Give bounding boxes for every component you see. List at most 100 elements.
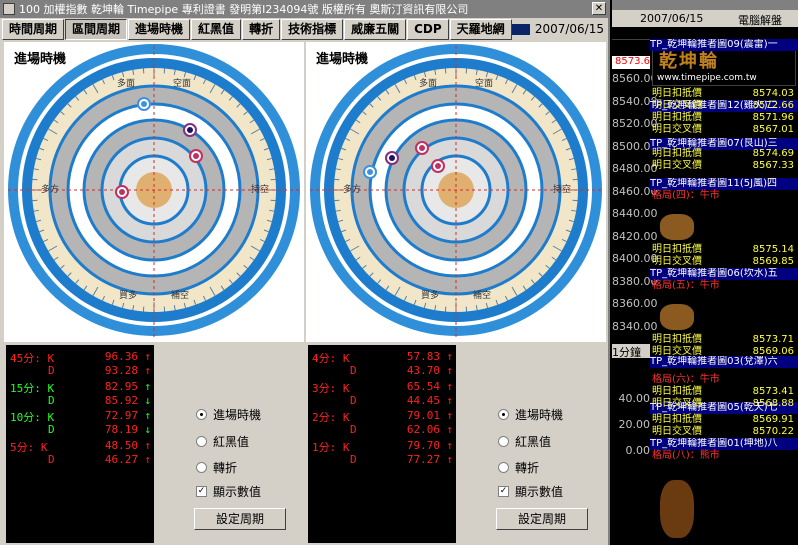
radio-icon[interactable] bbox=[196, 462, 207, 473]
dial-label: 買多 bbox=[421, 289, 439, 301]
signal-value: 8573.41 bbox=[752, 386, 794, 397]
kd-row: 4分: K 57.83 ↑ bbox=[308, 350, 456, 365]
trend-arrow-icon: ↑ bbox=[446, 453, 453, 466]
kd-panel-right: 4分: K 57.83 ↑ D 43.70 ↑ 3分: K 65.54 ↑ D 44.45 ↑ 2分: … bbox=[308, 345, 456, 543]
tab-3[interactable]: 進場時機 bbox=[128, 19, 191, 40]
signal-row: 格局(八)：熊市 bbox=[650, 450, 798, 462]
tab-4[interactable]: 紅黑值 bbox=[191, 19, 242, 40]
kd-label: D bbox=[350, 453, 357, 466]
trend-arrow-icon: ↑ bbox=[446, 364, 453, 377]
signal-value: 8569.91 bbox=[752, 414, 794, 425]
signal-value: 8569.85 bbox=[752, 256, 794, 267]
signal-header[interactable]: TP_乾坤輪推者圖01(坤地)八 bbox=[650, 438, 798, 450]
kd-value: 77.27 bbox=[406, 453, 440, 466]
radio-icon[interactable] bbox=[498, 436, 509, 447]
tab-1[interactable]: 時間周期 bbox=[2, 19, 65, 40]
signal-value: 8575.14 bbox=[752, 244, 794, 255]
dial-label: 空面 bbox=[475, 77, 493, 89]
signal-label: 格局(五)：牛市 bbox=[652, 280, 720, 291]
radio-entry[interactable]: 進場時機 bbox=[196, 406, 261, 423]
checkbox-icon[interactable]: ✓ bbox=[196, 486, 207, 497]
radio-entry-2[interactable]: 進場時機 bbox=[498, 406, 563, 423]
dial-label: 多面 bbox=[117, 77, 135, 89]
radio-icon[interactable] bbox=[498, 462, 509, 473]
checkbox-show-values[interactable]: ✓ 顯示數值 bbox=[196, 483, 261, 500]
trend-arrow-icon: ↑ bbox=[144, 409, 151, 422]
radio-icon[interactable] bbox=[498, 409, 509, 420]
kd-value: 57.83 bbox=[406, 350, 440, 363]
menu-analysis[interactable]: 電腦解盤 bbox=[738, 12, 782, 28]
kd-label: D bbox=[48, 364, 55, 377]
radio-redblack-2[interactable]: 紅黑值 bbox=[498, 433, 551, 450]
kd-label: D bbox=[350, 364, 357, 377]
dial-marker bbox=[115, 185, 129, 199]
kd-row: 3分: K 65.54 ↑ bbox=[308, 380, 456, 395]
kd-label: D bbox=[48, 394, 55, 407]
date-text: 2007/06/15 bbox=[534, 22, 604, 36]
dial-chart-left: 多面 空面多方 持空買多 補空 bbox=[8, 44, 300, 338]
trend-arrow-icon: ↑ bbox=[144, 364, 151, 377]
kd-row: D 78.19 ↓ bbox=[6, 423, 154, 437]
trend-arrow-icon: ↑ bbox=[446, 350, 453, 363]
signal-row: 明日扣抵價 8573.41 bbox=[650, 386, 798, 398]
tab-7[interactable]: 威廉五關 bbox=[344, 19, 407, 40]
kd-value: 65.54 bbox=[406, 380, 440, 393]
tab-5[interactable]: 轉折 bbox=[242, 19, 281, 40]
signal-row: 格局(六)：牛市 bbox=[650, 374, 798, 386]
kd-value: 46.27 bbox=[104, 453, 138, 466]
radio-redblack[interactable]: 紅黑值 bbox=[196, 433, 249, 450]
set-period-button[interactable]: 設定周期 bbox=[194, 508, 286, 530]
dial-marker bbox=[189, 149, 203, 163]
axis-tick: 8520.00 bbox=[612, 117, 658, 130]
dial-marker bbox=[183, 123, 197, 137]
tab-6[interactable]: 技術指標 bbox=[281, 19, 344, 40]
quote-window: 2007/06/15 電腦解盤 8573.6 8560.00 8540.00 852… bbox=[612, 0, 798, 545]
radio-redblack-label: 紅黑值 bbox=[515, 435, 552, 449]
signal-label: 明日交叉價 bbox=[652, 256, 702, 267]
checkbox-label: 顯示數值 bbox=[515, 485, 564, 499]
signal-label: 明日交叉價 bbox=[652, 100, 702, 111]
dial-label: 多方 bbox=[41, 183, 59, 195]
tab-8[interactable]: CDP bbox=[407, 19, 449, 40]
checkbox-show-values-2[interactable]: ✓ 顯示數值 bbox=[498, 483, 563, 500]
app-icon bbox=[3, 3, 15, 15]
close-icon[interactable]: ✕ bbox=[592, 2, 606, 15]
price-box: 8573.6 bbox=[612, 56, 650, 69]
period-label[interactable]: 1分鐘 bbox=[612, 344, 650, 359]
signal-value: 8567.33 bbox=[752, 160, 794, 171]
radio-turn[interactable]: 轉折 bbox=[196, 459, 237, 476]
tab-9[interactable]: 天羅地網 bbox=[449, 19, 512, 40]
dial-label: 多方 bbox=[343, 183, 361, 195]
radio-icon[interactable] bbox=[196, 409, 207, 420]
signal-header[interactable]: TP_乾坤輪推者圖06(坎水)五 bbox=[650, 268, 798, 280]
axis2-tick: 40.00 bbox=[618, 392, 651, 405]
radio-turn-2[interactable]: 轉折 bbox=[498, 459, 539, 476]
axis-tick: 8400.00 bbox=[612, 252, 658, 265]
kd-row: 2分: K 79.01 ↑ bbox=[308, 409, 456, 424]
signal-label: 明日扣抵價 bbox=[652, 414, 702, 425]
axis-tick: 8500.00 bbox=[612, 139, 658, 153]
tab-2[interactable]: 區間周期 bbox=[65, 19, 128, 40]
brand-url[interactable]: www.timepipe.com.tw bbox=[657, 73, 757, 83]
radio-icon[interactable] bbox=[196, 436, 207, 447]
radio-turn-label: 轉折 bbox=[515, 461, 540, 475]
signal-header[interactable]: TP_乾坤輪推者圖11(5J風)四 bbox=[650, 178, 798, 190]
dial-label: 補空 bbox=[473, 289, 491, 301]
kd-value: 96.36 bbox=[104, 350, 138, 363]
main-window: 100 加權指數 乾坤輪 Timepipe 專利證書 發明第I234094號 版… bbox=[0, 0, 610, 545]
set-period-button-2[interactable]: 設定周期 bbox=[496, 508, 588, 530]
signal-label: 明日扣抵價 bbox=[652, 334, 702, 345]
dial-marker bbox=[431, 159, 445, 173]
checkbox-icon[interactable]: ✓ bbox=[498, 486, 509, 497]
signal-label: 格局(六)：牛市 bbox=[652, 374, 720, 385]
signal-value: 8570.22 bbox=[752, 426, 794, 437]
trend-arrow-icon: ↓ bbox=[144, 394, 151, 407]
signal-value: 8567.01 bbox=[752, 124, 794, 135]
dial-label: 持空 bbox=[553, 183, 571, 195]
dial-label: 買多 bbox=[119, 289, 137, 301]
kd-label: D bbox=[350, 394, 357, 407]
trend-arrow-icon: ↑ bbox=[144, 380, 151, 393]
signal-header[interactable]: TP_乾坤輪推者圖09(震雷)一 bbox=[650, 39, 798, 51]
quote-date: 2007/06/15 bbox=[640, 12, 704, 25]
kd-row: 45分: K 96.36 ↑ bbox=[6, 350, 154, 365]
